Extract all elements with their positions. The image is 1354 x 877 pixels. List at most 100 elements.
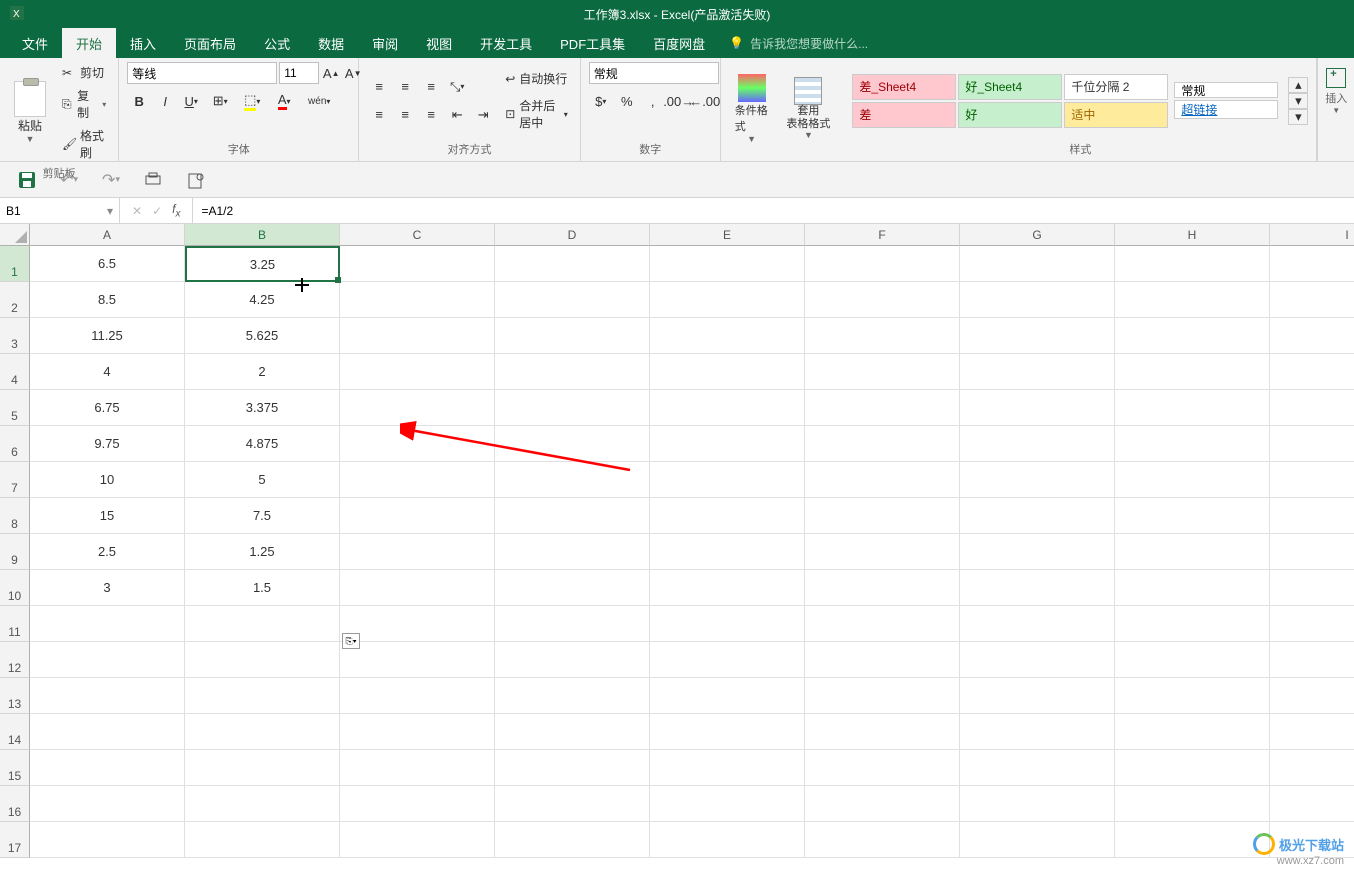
cell-A15[interactable] xyxy=(30,750,185,786)
row-header-8[interactable]: 8 xyxy=(0,498,30,534)
cell-F10[interactable] xyxy=(805,570,960,606)
row-header-13[interactable]: 13 xyxy=(0,678,30,714)
cell-I2[interactable] xyxy=(1270,282,1354,318)
col-header-B[interactable]: B xyxy=(185,224,340,246)
cell-H8[interactable] xyxy=(1115,498,1270,534)
cell-C5[interactable] xyxy=(340,390,495,426)
cell-D5[interactable] xyxy=(495,390,650,426)
cell-A5[interactable]: 6.75 xyxy=(30,390,185,426)
style-item-1[interactable]: 好_Sheet4 xyxy=(958,74,1062,100)
cell-G1[interactable] xyxy=(960,246,1115,282)
cell-H15[interactable] xyxy=(1115,750,1270,786)
underline-button[interactable]: U▾ xyxy=(179,90,203,112)
cell-E12[interactable] xyxy=(650,642,805,678)
cell-G14[interactable] xyxy=(960,714,1115,750)
cell-E1[interactable] xyxy=(650,246,805,282)
cell-I10[interactable] xyxy=(1270,570,1354,606)
cancel-formula-icon[interactable]: ✕ xyxy=(132,204,142,218)
align-top-icon[interactable]: ≡ xyxy=(367,76,391,98)
cell-A2[interactable]: 8.5 xyxy=(30,282,185,318)
cell-H16[interactable] xyxy=(1115,786,1270,822)
cell-F13[interactable] xyxy=(805,678,960,714)
cell-G7[interactable] xyxy=(960,462,1115,498)
cell-C11[interactable] xyxy=(340,606,495,642)
cell-C10[interactable] xyxy=(340,570,495,606)
col-header-E[interactable]: E xyxy=(650,224,805,246)
style-item-0[interactable]: 差_Sheet4 xyxy=(852,74,956,100)
cell-B4[interactable]: 2 xyxy=(185,354,340,390)
cell-B17[interactable] xyxy=(185,822,340,858)
cell-F12[interactable] xyxy=(805,642,960,678)
cell-A8[interactable]: 15 xyxy=(30,498,185,534)
cell-A7[interactable]: 10 xyxy=(30,462,185,498)
cell-H14[interactable] xyxy=(1115,714,1270,750)
currency-icon[interactable]: $▾ xyxy=(589,90,613,112)
cell-A6[interactable]: 9.75 xyxy=(30,426,185,462)
align-bottom-icon[interactable]: ≡ xyxy=(419,76,443,98)
cell-B9[interactable]: 1.25 xyxy=(185,534,340,570)
cell-E9[interactable] xyxy=(650,534,805,570)
col-header-F[interactable]: F xyxy=(805,224,960,246)
cell-F11[interactable] xyxy=(805,606,960,642)
cell-E8[interactable] xyxy=(650,498,805,534)
paste-button[interactable]: 粘贴 ▼ xyxy=(8,77,52,148)
style-item-4[interactable]: 好 xyxy=(958,102,1062,128)
chevron-down-icon[interactable]: ▾ xyxy=(107,204,113,218)
increase-font-icon[interactable]: A▲ xyxy=(321,62,341,84)
cell-G8[interactable] xyxy=(960,498,1115,534)
comma-icon[interactable]: , xyxy=(641,90,665,112)
tab-开始[interactable]: 开始 xyxy=(62,28,116,59)
cell-D7[interactable] xyxy=(495,462,650,498)
cell-I4[interactable] xyxy=(1270,354,1354,390)
row-header-16[interactable]: 16 xyxy=(0,786,30,822)
autofill-options-button[interactable]: ⎘▾ xyxy=(342,633,360,649)
cell-D17[interactable] xyxy=(495,822,650,858)
col-header-C[interactable]: C xyxy=(340,224,495,246)
spreadsheet-grid[interactable]: ABCDEFGHI16.53.2528.54.25311.255.6254425… xyxy=(0,224,1354,858)
cell-C15[interactable] xyxy=(340,750,495,786)
tab-公式[interactable]: 公式 xyxy=(250,28,304,59)
align-left-icon[interactable]: ≡ xyxy=(367,104,391,126)
row-header-1[interactable]: 1 xyxy=(0,246,30,282)
cell-F1[interactable] xyxy=(805,246,960,282)
cell-B7[interactable]: 5 xyxy=(185,462,340,498)
font-name-select[interactable] xyxy=(127,62,277,84)
cell-E7[interactable] xyxy=(650,462,805,498)
cell-B14[interactable] xyxy=(185,714,340,750)
cell-D4[interactable] xyxy=(495,354,650,390)
cell-D6[interactable] xyxy=(495,426,650,462)
cell-B16[interactable] xyxy=(185,786,340,822)
cell-A4[interactable]: 4 xyxy=(30,354,185,390)
cell-E16[interactable] xyxy=(650,786,805,822)
col-header-I[interactable]: I xyxy=(1270,224,1354,246)
orientation-icon[interactable]: ⤡▾ xyxy=(445,76,469,98)
cell-H10[interactable] xyxy=(1115,570,1270,606)
row-header-17[interactable]: 17 xyxy=(0,822,30,858)
cell-I8[interactable] xyxy=(1270,498,1354,534)
cell-E14[interactable] xyxy=(650,714,805,750)
row-header-4[interactable]: 4 xyxy=(0,354,30,390)
cell-G16[interactable] xyxy=(960,786,1115,822)
fx-icon[interactable]: fx xyxy=(172,202,180,219)
cell-H1[interactable] xyxy=(1115,246,1270,282)
cell-G9[interactable] xyxy=(960,534,1115,570)
cell-A10[interactable]: 3 xyxy=(30,570,185,606)
cell-G4[interactable] xyxy=(960,354,1115,390)
cell-I3[interactable] xyxy=(1270,318,1354,354)
style-item-2[interactable]: 千位分隔 2 xyxy=(1064,74,1168,100)
cell-C9[interactable] xyxy=(340,534,495,570)
row-header-5[interactable]: 5 xyxy=(0,390,30,426)
cell-H9[interactable] xyxy=(1115,534,1270,570)
indent-increase-icon[interactable]: ⇥ xyxy=(471,104,495,126)
cell-I15[interactable] xyxy=(1270,750,1354,786)
cell-E10[interactable] xyxy=(650,570,805,606)
gallery-more-icon[interactable]: ▾ xyxy=(1288,109,1308,125)
cell-D1[interactable] xyxy=(495,246,650,282)
border-button[interactable]: ⊞▾ xyxy=(205,90,235,112)
cell-G15[interactable] xyxy=(960,750,1115,786)
bold-button[interactable]: B xyxy=(127,90,151,112)
style-item-5[interactable]: 适中 xyxy=(1064,102,1168,128)
tab-文件[interactable]: 文件 xyxy=(8,28,62,59)
align-center-icon[interactable]: ≡ xyxy=(393,104,417,126)
row-header-15[interactable]: 15 xyxy=(0,750,30,786)
